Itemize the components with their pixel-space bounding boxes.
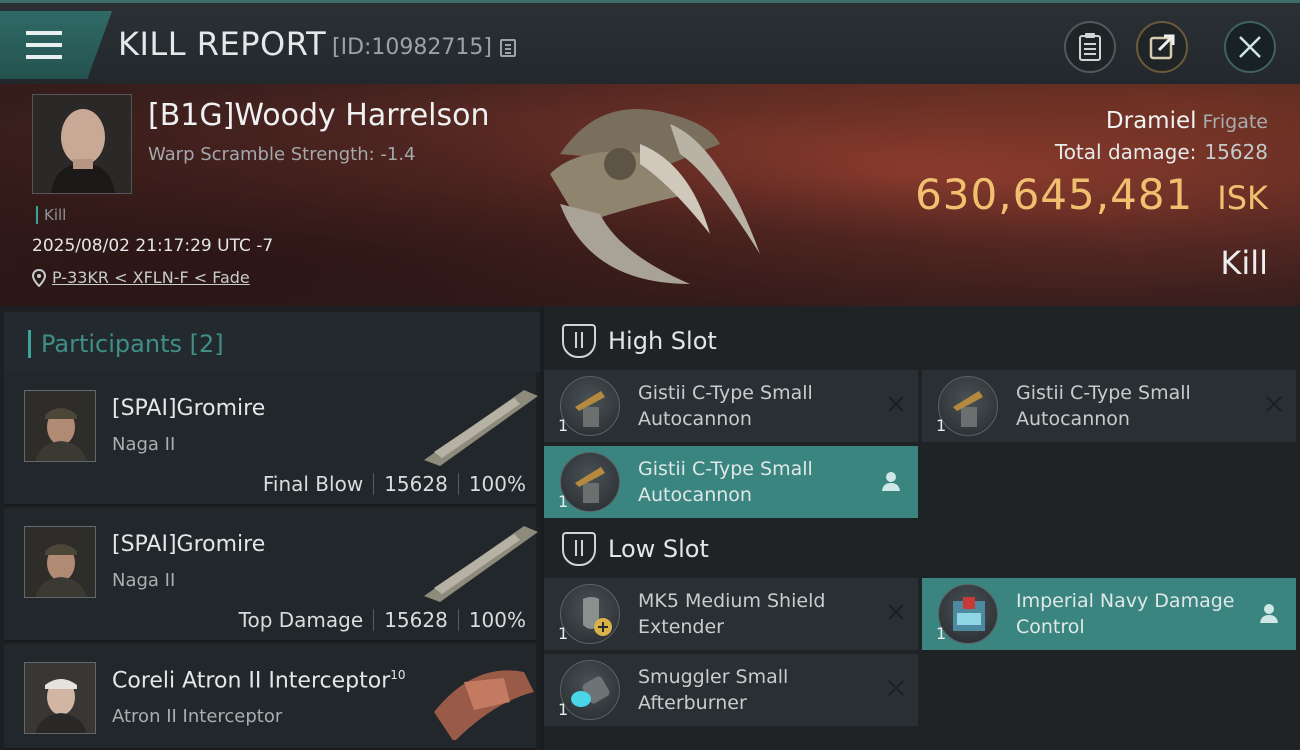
victim-banner: [B1G]Woody Harrelson Warp Scramble Stren… bbox=[0, 84, 1300, 306]
top-bar: KILL REPORT [ID:10982715] bbox=[0, 0, 1300, 84]
isk-loss: 630,645,481 ISK bbox=[915, 170, 1268, 219]
participant-name: [SPAI]Gromire bbox=[112, 396, 266, 421]
hamburger-menu-icon bbox=[26, 31, 62, 59]
participant-ship-image bbox=[424, 526, 538, 602]
participants-panel: Participants [2] [SPAI]Gromire Naga II F… bbox=[0, 306, 540, 750]
module-quantity: 1 bbox=[936, 624, 947, 643]
victim-ship-image bbox=[550, 109, 760, 284]
afterburner-icon bbox=[560, 660, 620, 720]
module-item[interactable]: 1 Smuggler Small Afterburner bbox=[544, 654, 918, 726]
clipboard-button[interactable] bbox=[1064, 21, 1116, 73]
module-name: MK5 Medium Shield Extender bbox=[638, 590, 826, 638]
participant-ship: Atron II Interceptor bbox=[112, 706, 283, 727]
participants-header[interactable]: Participants [2] bbox=[4, 312, 540, 372]
participant-name-text: Coreli Atron II Interceptor bbox=[112, 668, 391, 694]
kill-type: Kill bbox=[1220, 244, 1268, 282]
fitting-panel: High Slot 1 Gistii C-Type Small Autocann… bbox=[544, 306, 1300, 750]
module-quantity: 1 bbox=[936, 416, 947, 435]
participant-percent: 100% bbox=[468, 472, 526, 496]
participant-percent: 100% bbox=[468, 608, 526, 632]
page-title: KILL REPORT bbox=[118, 25, 327, 63]
participant-portrait bbox=[24, 390, 96, 462]
victim-portrait[interactable] bbox=[32, 94, 132, 194]
module-name: Imperial Navy Damage Control bbox=[1016, 590, 1235, 638]
close-button[interactable] bbox=[1224, 21, 1276, 73]
victim-name[interactable]: [B1G]Woody Harrelson bbox=[148, 98, 489, 133]
autocannon-icon bbox=[560, 376, 620, 436]
share-icon bbox=[1149, 34, 1175, 60]
location-pin-icon bbox=[32, 268, 46, 287]
menu-button[interactable] bbox=[0, 11, 112, 79]
participant-role: Top Damage bbox=[238, 608, 364, 632]
dropped-user-icon bbox=[1260, 604, 1278, 623]
module-item[interactable]: 1 Imperial Navy Damage Control bbox=[922, 578, 1296, 650]
victim-ship: Dramiel Frigate bbox=[1106, 108, 1268, 134]
module-name: Gistii C-Type Small Autocannon bbox=[638, 382, 813, 430]
shield-extender-icon bbox=[560, 584, 620, 644]
participant-name: Coreli Atron II Interceptor10 bbox=[112, 668, 406, 693]
participant-ship-image bbox=[434, 670, 534, 740]
total-damage-label: Total damage: bbox=[1054, 140, 1197, 164]
participant-stats: Top Damage 15628 100% bbox=[239, 608, 526, 632]
kill-tag: Kill bbox=[36, 206, 66, 224]
copy-icon[interactable] bbox=[500, 39, 516, 57]
module-quantity: 1 bbox=[558, 624, 569, 643]
participant-card[interactable]: Coreli Atron II Interceptor10 Atron II I… bbox=[4, 644, 536, 750]
module-quantity: 1 bbox=[558, 700, 569, 719]
destroyed-icon bbox=[886, 602, 906, 622]
participant-ship-image bbox=[424, 390, 538, 466]
ship-class: Frigate bbox=[1202, 111, 1268, 133]
participant-portrait bbox=[24, 526, 96, 598]
destroyed-icon bbox=[886, 678, 906, 698]
total-damage-value: 15628 bbox=[1204, 140, 1268, 164]
high-slot-label: High Slot bbox=[608, 327, 717, 355]
share-button[interactable] bbox=[1136, 21, 1188, 73]
participant-card[interactable]: [SPAI]Gromire Naga II Final Blow 15628 1… bbox=[4, 372, 538, 506]
module-item[interactable]: 1 Gistii C-Type Small Autocannon bbox=[922, 370, 1296, 442]
low-slot-icon bbox=[562, 532, 596, 566]
module-name: Gistii C-Type Small Autocannon bbox=[1016, 382, 1191, 430]
participant-damage: 15628 bbox=[384, 608, 448, 632]
module-quantity: 1 bbox=[558, 492, 569, 511]
participant-level: 10 bbox=[390, 668, 406, 682]
damage-control-icon bbox=[938, 584, 998, 644]
destroyed-icon bbox=[1264, 394, 1284, 414]
dropped-user-icon bbox=[882, 472, 900, 491]
low-slot-label: Low Slot bbox=[608, 535, 709, 563]
report-id: [ID:10982715] bbox=[332, 35, 492, 60]
participant-portrait bbox=[24, 662, 96, 734]
participant-stats: Final Blow 15628 100% bbox=[263, 472, 526, 496]
participant-card[interactable]: [SPAI]Gromire Naga II Top Damage 15628 1… bbox=[4, 508, 538, 642]
total-damage: Total damage: 15628 bbox=[1055, 140, 1268, 164]
destroyed-icon bbox=[886, 394, 906, 414]
location-link[interactable]: P-33KR < XFLN-F < Fade bbox=[52, 268, 250, 287]
autocannon-icon bbox=[938, 376, 998, 436]
kill-location[interactable]: P-33KR < XFLN-F < Fade bbox=[32, 268, 250, 287]
kill-timestamp: 2025/08/02 21:17:29 UTC -7 bbox=[32, 236, 274, 256]
close-icon bbox=[1239, 36, 1261, 58]
module-name: Smuggler Small Afterburner bbox=[638, 666, 789, 714]
participant-ship: Naga II bbox=[112, 434, 176, 455]
module-item[interactable]: 1 Gistii C-Type Small Autocannon bbox=[544, 446, 918, 518]
high-slot-header: High Slot bbox=[544, 310, 1300, 372]
autocannon-icon bbox=[560, 452, 620, 512]
module-item[interactable]: 1 MK5 Medium Shield Extender bbox=[544, 578, 918, 650]
isk-value: 630,645,481 bbox=[915, 170, 1194, 219]
module-name: Gistii C-Type Small Autocannon bbox=[638, 458, 813, 506]
warp-scramble-strength: Warp Scramble Strength: -1.4 bbox=[148, 144, 416, 165]
participant-damage: 15628 bbox=[384, 472, 448, 496]
high-slot-icon bbox=[562, 324, 596, 358]
ship-name: Dramiel bbox=[1105, 108, 1197, 134]
participant-name: [SPAI]Gromire bbox=[112, 532, 266, 557]
module-item[interactable]: 1 Gistii C-Type Small Autocannon bbox=[544, 370, 918, 442]
clipboard-icon bbox=[1079, 33, 1101, 61]
isk-unit: ISK bbox=[1217, 179, 1268, 217]
participant-role: Final Blow bbox=[262, 472, 364, 496]
participant-ship: Naga II bbox=[112, 570, 176, 591]
low-slot-header: Low Slot bbox=[544, 518, 1300, 580]
module-quantity: 1 bbox=[558, 416, 569, 435]
participants-title: Participants [2] bbox=[28, 330, 224, 358]
